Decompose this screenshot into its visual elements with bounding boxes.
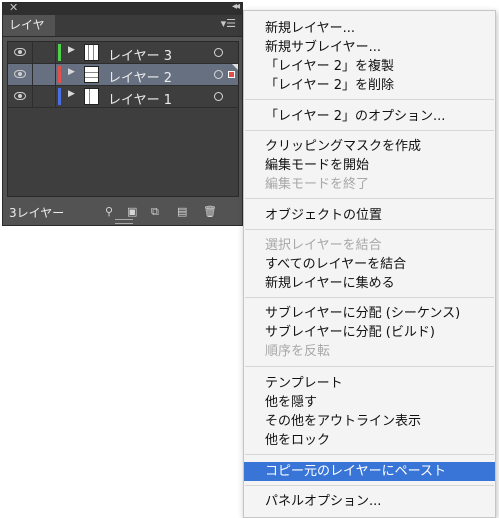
menu-item-release-to-layers-build[interactable]: サブレイヤーに分配 (ビルド) xyxy=(244,323,495,342)
layers-panel-menu: 新規レイヤー... 新規サブレイヤー... 「レイヤー 2」を複製 「レイヤー … xyxy=(243,10,496,518)
panel-title-bar: ✕ ◂◂ xyxy=(3,1,242,15)
menu-item-paste-remembers-layers[interactable]: コピー元のレイヤーにペースト xyxy=(244,462,495,481)
menu-item-new-layer[interactable]: 新規レイヤー... xyxy=(244,19,495,38)
menu-item-flatten-artwork[interactable]: すべてのレイヤーを結合 xyxy=(244,255,495,274)
menu-separator xyxy=(245,130,494,131)
menu-item-reverse-order[interactable]: 順序を反転 xyxy=(244,342,495,361)
lock-toggle[interactable] xyxy=(33,86,56,107)
layer-name[interactable]: レイヤー 3 xyxy=(108,45,172,64)
layer-color-bar xyxy=(58,44,61,61)
resize-grip[interactable] xyxy=(115,219,133,224)
menu-separator xyxy=(245,485,494,486)
eye-icon xyxy=(14,70,26,78)
layer-thumbnail xyxy=(84,88,99,105)
layer-name[interactable]: レイヤー 2 xyxy=(108,67,172,86)
menu-separator xyxy=(245,297,494,298)
expand-arrow-icon[interactable]: ▶ xyxy=(68,89,75,99)
locate-object-icon[interactable]: ⚲ xyxy=(105,205,113,218)
menu-item-panel-options[interactable]: パネルオプション... xyxy=(244,492,495,511)
menu-item-release-to-layers-sequence[interactable]: サブレイヤーに分配 (シーケンス) xyxy=(244,304,495,323)
tab-layers[interactable]: レイヤー xyxy=(3,15,55,53)
panel-tab-bar: レイヤー ▾☰ xyxy=(3,15,242,53)
target-circle-icon[interactable] xyxy=(214,70,223,79)
layer-count: 3レイヤー xyxy=(9,206,65,220)
layer-color-bar xyxy=(58,66,61,83)
expand-arrow-icon[interactable]: ▶ xyxy=(68,45,75,55)
layer-thumbnail xyxy=(84,44,99,61)
menu-item-new-sublayer[interactable]: 新規サブレイヤー... xyxy=(244,38,495,57)
panel-menu-icon[interactable]: ▾☰ xyxy=(221,17,236,30)
menu-item-merge-selected[interactable]: 選択レイヤーを結合 xyxy=(244,236,495,255)
layer-color-bar xyxy=(58,88,61,105)
layer-thumbnail xyxy=(84,66,99,83)
layers-panel: ✕ ◂◂ レイヤー ▾☰ ▶ レイヤー 3 ▶ xyxy=(2,1,243,226)
panel-footer: 3レイヤー ⚲ ▣ ⧉ ▤ 🗑 xyxy=(3,199,242,225)
menu-item-exit-isolation-mode[interactable]: 編集モードを終了 xyxy=(244,175,495,194)
make-clipping-mask-icon[interactable]: ▣ xyxy=(127,205,137,218)
layer-row[interactable]: ▶ レイヤー 2 xyxy=(8,64,238,86)
menu-item-enter-isolation-mode[interactable]: 編集モードを開始 xyxy=(244,156,495,175)
menu-item-lock-others[interactable]: 他をロック xyxy=(244,431,495,450)
menu-item-locate-object[interactable]: オブジェクトの位置 xyxy=(244,206,495,225)
layer-name[interactable]: レイヤー 1 xyxy=(108,89,172,108)
lock-toggle[interactable] xyxy=(33,42,56,63)
current-layer-marker xyxy=(232,64,238,70)
menu-item-duplicate-layer[interactable]: 「レイヤー 2」を複製 xyxy=(244,57,495,76)
create-new-layer-icon[interactable]: ▤ xyxy=(177,205,187,218)
visibility-toggle[interactable] xyxy=(8,42,33,63)
menu-item-layer-options[interactable]: 「レイヤー 2」のオプション... xyxy=(244,107,495,126)
menu-separator xyxy=(245,99,494,100)
eye-icon xyxy=(14,92,26,100)
delete-icon[interactable]: 🗑 xyxy=(203,205,217,218)
menu-separator xyxy=(245,366,494,367)
layer-row[interactable]: ▶ レイヤー 3 xyxy=(8,42,238,64)
menu-separator xyxy=(245,229,494,230)
layer-row[interactable]: ▶ レイヤー 1 xyxy=(8,86,238,108)
menu-item-hide-others[interactable]: 他を隠す xyxy=(244,393,495,412)
menu-item-make-clipping-mask[interactable]: クリッピングマスクを作成 xyxy=(244,137,495,156)
menu-item-collect-in-new-layer[interactable]: 新規レイヤーに集める xyxy=(244,274,495,293)
create-sublayer-icon[interactable]: ⧉ xyxy=(151,205,159,219)
menu-item-template[interactable]: テンプレート xyxy=(244,374,495,393)
target-circle-icon[interactable] xyxy=(214,92,223,101)
close-icon[interactable]: ✕ xyxy=(9,1,18,14)
menu-item-delete-layer[interactable]: 「レイヤー 2」を削除 xyxy=(244,76,495,95)
target-circle-icon[interactable] xyxy=(214,48,223,57)
visibility-toggle[interactable] xyxy=(8,86,33,107)
lock-toggle[interactable] xyxy=(33,64,56,85)
expand-arrow-icon[interactable]: ▶ xyxy=(68,67,75,77)
layers-list: ▶ レイヤー 3 ▶ レイヤー 2 ▶ レイヤー 1 xyxy=(7,41,239,197)
eye-icon xyxy=(14,48,26,56)
menu-item-outline-others[interactable]: その他をアウトライン表示 xyxy=(244,412,495,431)
menu-separator xyxy=(245,198,494,199)
selection-indicator[interactable] xyxy=(228,71,235,78)
visibility-toggle[interactable] xyxy=(8,64,33,85)
menu-separator xyxy=(245,454,494,455)
collapse-panel-icon[interactable]: ◂◂ xyxy=(232,1,240,12)
